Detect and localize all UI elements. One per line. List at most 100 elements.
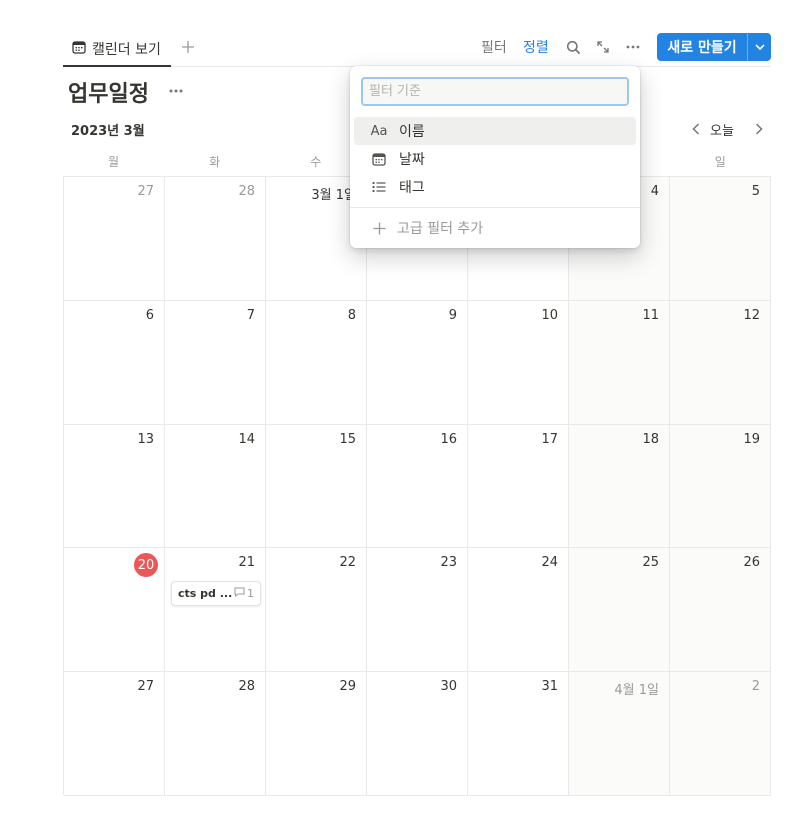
calendar-day-cell[interactable]: 11 [569, 300, 670, 425]
calendar-day-cell[interactable]: 15 [266, 424, 367, 549]
calendar-day-cell[interactable]: 6 [64, 300, 165, 425]
calendar-day-cell[interactable]: 27 [64, 672, 165, 796]
calendar-day-cell[interactable]: 28 [165, 672, 266, 796]
day-number: 28 [238, 679, 255, 695]
day-number: 4월 1일 [614, 683, 659, 699]
calendar-day-cell[interactable]: 24 [468, 548, 569, 673]
calendar-day-cell[interactable]: 5 [670, 177, 771, 301]
day-number: 18 [642, 431, 659, 447]
calendar-day-cell[interactable]: 30 [367, 672, 468, 796]
calendar-day-cell[interactable]: 23 [367, 548, 468, 673]
calendar-day-cell[interactable]: 18 [569, 424, 670, 549]
calendar-day-cell[interactable]: 2 [670, 672, 771, 796]
day-number: 31 [541, 679, 558, 695]
day-number: 5 [751, 184, 760, 199]
calendar-day-cell[interactable]: 27 [64, 177, 165, 301]
calendar-icon [72, 40, 86, 58]
filter-button[interactable]: 필터 [481, 33, 507, 61]
calendar-grid: 27283월 1일2345678910111213141516171819202… [63, 176, 771, 796]
day-number: 13 [137, 431, 154, 447]
calendar-day-cell[interactable]: 16 [367, 424, 468, 549]
calendar-day-cell[interactable]: 10 [468, 300, 569, 425]
filter-option-label: 날짜 [399, 152, 425, 168]
new-button[interactable]: 새로 만들기 [657, 33, 771, 61]
day-number: 12 [743, 307, 760, 323]
filter-popup: Aa 이름 날짜 태그 고급 필터 추가 [350, 66, 640, 248]
divider [350, 207, 640, 208]
calendar-day-cell[interactable]: 7 [165, 300, 266, 425]
sort-button[interactable]: 정렬 [523, 33, 549, 61]
calendar-week-row: 27 28 29 30 31 4월 1일 2 [64, 672, 771, 796]
day-number: 22 [339, 555, 356, 571]
calendar-day-cell[interactable]: 13 [64, 424, 165, 549]
text-type-icon: Aa [370, 123, 388, 139]
day-number: 29 [339, 679, 356, 695]
calendar-day-cell[interactable]: 9 [367, 300, 468, 425]
calendar-day-cell[interactable]: 14 [165, 424, 266, 549]
more-icon[interactable] [622, 36, 644, 58]
calendar-day-cell[interactable]: 19 [670, 424, 771, 549]
day-number: 6 [145, 307, 154, 323]
filter-option-label: 이름 [399, 124, 425, 140]
calendar-day-cell[interactable]: 8 [266, 300, 367, 425]
calendar-day-cell[interactable]: 21 cts pd ... 1 [165, 548, 266, 673]
calendar-day-cell[interactable]: 17 [468, 424, 569, 549]
day-number: 16 [440, 431, 457, 447]
today-button[interactable]: 오늘 [710, 120, 734, 139]
calendar-week-row: 20 21 cts pd ... 1 22 23 24 25 26 [64, 548, 771, 673]
chevron-left-icon[interactable] [687, 119, 705, 139]
day-number: 19 [743, 431, 760, 447]
calendar-day-cell[interactable]: 28 [165, 177, 266, 301]
month-label: 2023년 3월 [71, 124, 145, 139]
new-button-label: 새로 만들기 [667, 40, 737, 56]
day-number: 25 [642, 555, 659, 571]
filter-option-tag[interactable]: 태그 [354, 173, 636, 201]
calendar-day-cell[interactable]: 29 [266, 672, 367, 796]
day-number: 27 [137, 679, 154, 695]
filter-option-label: 태그 [399, 180, 425, 196]
add-advanced-filter-button[interactable]: 고급 필터 추가 [354, 214, 636, 242]
day-number: 30 [440, 679, 457, 695]
day-number: 27 [137, 184, 154, 199]
day-number: 9 [448, 307, 457, 323]
filter-option-name[interactable]: Aa 이름 [354, 117, 636, 145]
filter-search-input[interactable] [361, 77, 629, 106]
day-number: 11 [642, 307, 659, 323]
chevron-down-icon[interactable] [748, 44, 771, 50]
calendar-week-row: 6 7 8 9 10 11 12 [64, 300, 771, 425]
day-number: 17 [541, 431, 558, 447]
tab-label: 캘린더 보기 [92, 41, 161, 58]
list-icon [370, 181, 388, 193]
calendar-day-cell[interactable]: 26 [670, 548, 771, 673]
day-number: 26 [743, 555, 760, 571]
chevron-right-icon[interactable] [750, 119, 768, 139]
search-icon[interactable] [562, 36, 584, 58]
today-date-badge: 20 [134, 553, 158, 578]
add-advanced-filter-label: 고급 필터 추가 [397, 221, 484, 237]
calendar-day-cell[interactable]: 20 [64, 548, 165, 673]
page-title[interactable]: 업무일정 [68, 76, 149, 108]
weekday-label: 화 [209, 155, 221, 169]
filter-option-date[interactable]: 날짜 [354, 145, 636, 173]
weekday-label: 월 [108, 155, 120, 169]
calendar-day-cell[interactable]: 31 [468, 672, 569, 796]
day-number: 7 [246, 307, 255, 323]
calendar-day-cell[interactable]: 12 [670, 300, 771, 425]
plus-icon [370, 222, 388, 235]
tab-calendar-view[interactable]: 캘린더 보기 [63, 32, 171, 67]
calendar-day-cell[interactable]: 4월 1일 [569, 672, 670, 796]
calendar-day-cell[interactable]: 25 [569, 548, 670, 673]
more-icon[interactable] [166, 80, 186, 102]
day-number: 24 [541, 555, 558, 571]
event-title: cts pd ... [178, 587, 233, 601]
day-number: 28 [238, 184, 255, 199]
day-number: 21 [238, 555, 255, 571]
day-number: 2 [751, 679, 760, 695]
calendar-event-card[interactable]: cts pd ... 1 [171, 581, 261, 607]
plus-icon[interactable] [177, 36, 199, 58]
calendar-day-cell[interactable]: 22 [266, 548, 367, 673]
weekday-label: 일 [714, 155, 726, 169]
day-number: 23 [440, 555, 457, 571]
expand-icon[interactable] [592, 36, 614, 58]
day-number: 10 [541, 307, 558, 323]
